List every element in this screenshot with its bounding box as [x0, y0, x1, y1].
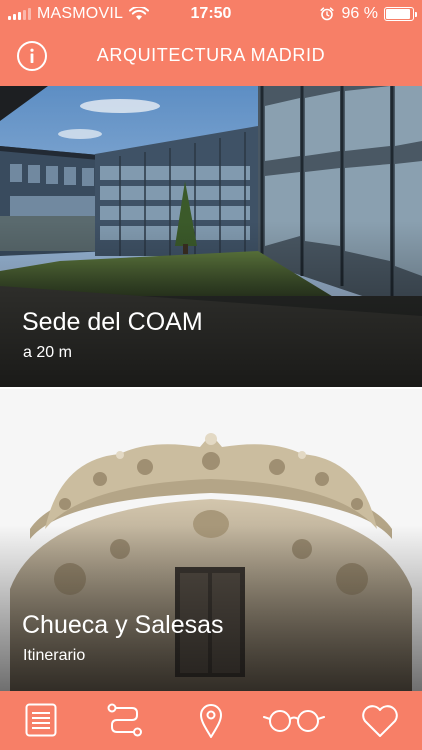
list-icon [25, 703, 57, 737]
battery-icon [384, 7, 417, 21]
tab-routes[interactable] [106, 703, 144, 739]
tab-explore[interactable] [263, 703, 325, 739]
map-pin-icon [200, 704, 222, 738]
tab-favorites[interactable] [360, 703, 400, 739]
card-title: Sede del COAM [22, 308, 203, 336]
card-gradient [0, 524, 422, 691]
heart-icon [362, 705, 398, 737]
status-right: 96 % [319, 5, 417, 23]
card-title: Chueca y Salesas [22, 611, 224, 639]
tab-map[interactable] [199, 703, 223, 739]
alarm-icon [319, 7, 334, 21]
place-card[interactable]: Sede del COAM a 20 m [0, 86, 422, 387]
card-subtitle: Itinerario [23, 647, 86, 664]
status-bar: MASMOVIL 17:50 96 % [0, 0, 422, 28]
card-gradient [0, 221, 422, 387]
tab-list[interactable] [25, 703, 57, 737]
card-subtitle: a 20 m [23, 344, 72, 361]
battery-percent: 96 % [341, 5, 378, 22]
glasses-icon [263, 710, 325, 732]
tab-bar [0, 691, 422, 750]
itinerary-card[interactable]: Chueca y Salesas Itinerario [0, 389, 422, 691]
page-title: ARQUITECTURA MADRID [96, 45, 326, 65]
top-bar: MASMOVIL 17:50 96 % ARQUITECTURA MADRID [0, 0, 422, 86]
route-icon [107, 703, 142, 737]
